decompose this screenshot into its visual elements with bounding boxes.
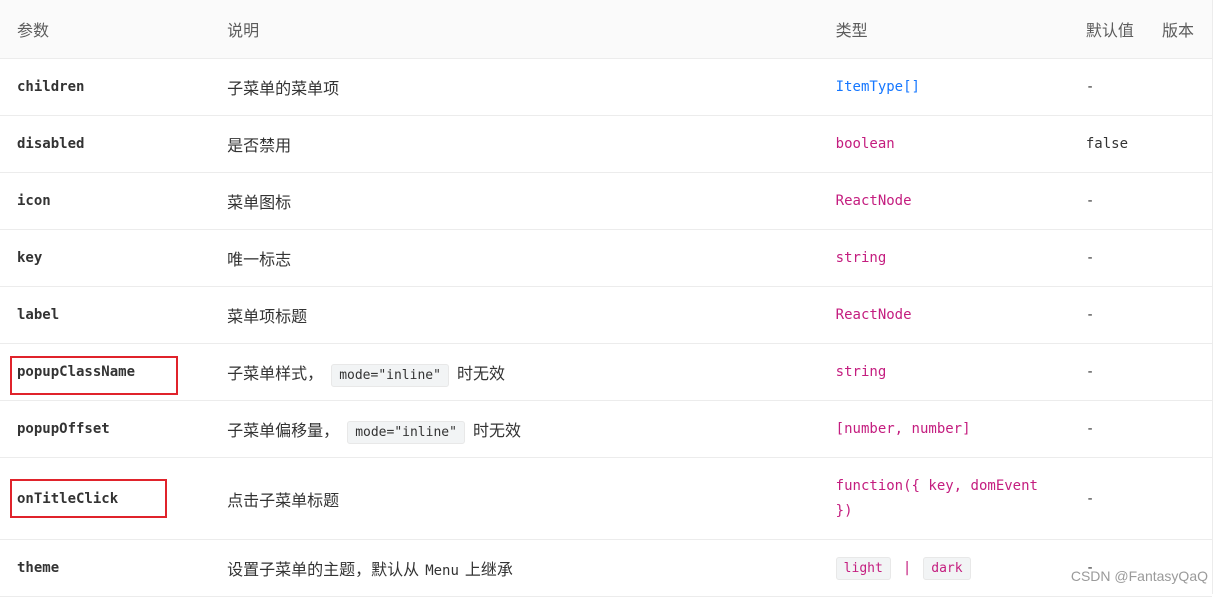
param-name: label — [0, 286, 228, 344]
param-desc: 菜单项标题 — [227, 286, 836, 344]
param-type: function({ key, domEvent}) — [835, 457, 1086, 540]
param-version — [1161, 115, 1212, 173]
type-line: function({ key, domEvent — [835, 477, 1038, 494]
desc-text: 时无效 — [456, 364, 505, 383]
param-type-link[interactable]: ItemType[] — [835, 58, 1086, 116]
param-type: string — [835, 343, 1086, 401]
param-name: theme — [0, 539, 228, 597]
param-version — [1161, 343, 1212, 401]
param-default: - — [1085, 229, 1162, 287]
menu-code-word: Menu — [425, 563, 459, 579]
param-type: ReactNode — [835, 286, 1086, 344]
param-name: popupOffset — [0, 400, 228, 458]
type-tag-light: light — [835, 556, 891, 580]
desc-text: 子菜单样式， — [227, 364, 324, 383]
param-default: false — [1085, 115, 1162, 173]
param-desc: 子菜单的菜单项 — [227, 58, 836, 116]
submenu-api-table: 参数 说明 类型 默认值 版本 children 子菜单的菜单项 ItemTyp… — [0, 0, 1212, 597]
param-version — [1161, 229, 1212, 287]
param-default: - — [1085, 457, 1162, 540]
desc-text: 时无效 — [472, 421, 521, 440]
param-type: ReactNode — [835, 172, 1086, 230]
table-row-children: children 子菜单的菜单项 ItemType[] - — [0, 58, 1212, 116]
type-line: }) — [835, 502, 853, 519]
table-row-popupClassName: popupClassName 子菜单样式， mode="inline" 时无效 st… — [0, 343, 1212, 401]
param-type: [number, number] — [835, 400, 1086, 458]
header-desc: 说明 — [227, 0, 836, 59]
param-default: - — [1085, 286, 1162, 344]
param-version — [1161, 286, 1212, 344]
watermark: CSDN @FantasyQaQ — [1070, 568, 1208, 584]
desc-text: 子菜单偏移量， — [227, 421, 340, 440]
param-name: disabled — [0, 115, 228, 173]
param-default: - — [1085, 400, 1162, 458]
param-name: onTitleClick — [0, 457, 228, 540]
table-row-popupOffset: popupOffset 子菜单偏移量， mode="inline" 时无效 [num… — [0, 400, 1212, 458]
table-row-onTitleClick: onTitleClick 点击子菜单标题 function({ key, dom… — [0, 457, 1212, 540]
inline-code: mode="inline" — [331, 364, 449, 387]
param-type: light | dark — [835, 539, 1086, 597]
param-name: icon — [0, 172, 228, 230]
param-desc: 菜单图标 — [227, 172, 836, 230]
param-desc: 子菜单偏移量， mode="inline" 时无效 — [227, 400, 836, 458]
param-name: key — [0, 229, 228, 287]
param-desc: 是否禁用 — [227, 115, 836, 173]
param-default: - — [1085, 58, 1162, 116]
table-row-icon: icon 菜单图标 ReactNode - — [0, 172, 1212, 230]
header-default: 默认值 — [1085, 0, 1162, 59]
header-type: 类型 — [835, 0, 1086, 59]
param-type: string — [835, 229, 1086, 287]
param-name: children — [0, 58, 228, 116]
param-desc: 设置子菜单的主题，默认从 Menu 上继承 — [227, 539, 836, 597]
api-table-container: 参数 说明 类型 默认值 版本 children 子菜单的菜单项 ItemTyp… — [0, 0, 1213, 597]
param-type: boolean — [835, 115, 1086, 173]
inline-code: mode="inline" — [347, 421, 465, 444]
type-tag-dark: dark — [923, 556, 971, 580]
header-version: 版本 — [1161, 0, 1212, 59]
param-default: - — [1085, 343, 1162, 401]
param-name: popupClassName — [0, 343, 228, 401]
header-param: 参数 — [0, 0, 228, 59]
desc-text: 设置子菜单的主题，默认从 — [227, 560, 420, 579]
param-version — [1161, 172, 1212, 230]
type-separator: | — [902, 559, 912, 576]
param-desc: 点击子菜单标题 — [227, 457, 836, 540]
param-version — [1161, 457, 1212, 540]
param-default: - — [1085, 172, 1162, 230]
param-version — [1161, 400, 1212, 458]
param-desc: 子菜单样式， mode="inline" 时无效 — [227, 343, 836, 401]
table-row-theme: theme 设置子菜单的主题，默认从 Menu 上继承 light | dark - — [0, 539, 1212, 597]
param-version — [1161, 58, 1212, 116]
table-row-key: key 唯一标志 string - — [0, 229, 1212, 287]
param-desc: 唯一标志 — [227, 229, 836, 287]
table-header-row: 参数 说明 类型 默认值 版本 — [0, 0, 1212, 59]
table-row-disabled: disabled 是否禁用 boolean false — [0, 115, 1212, 173]
table-row-label: label 菜单项标题 ReactNode - — [0, 286, 1212, 344]
desc-text: 上继承 — [464, 560, 513, 579]
